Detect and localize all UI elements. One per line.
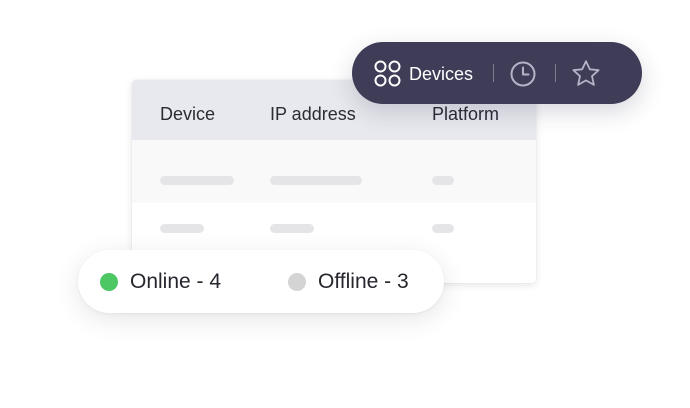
clock-icon[interactable] — [510, 61, 536, 87]
column-header-platform[interactable]: Platform — [432, 104, 499, 124]
device-placeholder — [160, 176, 234, 185]
online-status-dot — [100, 273, 118, 291]
device-status-summary: Online - 4 Offline - 3 — [78, 250, 444, 313]
table-row[interactable] — [132, 140, 536, 203]
toolbar: Devices — [352, 42, 642, 104]
devices-grid-icon — [374, 60, 401, 87]
toolbar-divider — [555, 64, 556, 82]
platform-placeholder — [432, 224, 454, 233]
offline-count[interactable]: Offline - 3 — [318, 270, 409, 294]
column-header-ip-address[interactable]: IP address — [270, 104, 356, 124]
online-count[interactable]: Online - 4 — [130, 270, 221, 294]
ip-address-placeholder — [270, 176, 362, 185]
star-icon[interactable] — [571, 59, 601, 88]
ip-address-placeholder — [270, 224, 314, 233]
platform-placeholder — [432, 176, 454, 185]
device-placeholder — [160, 224, 204, 233]
devices-button[interactable]: Devices — [370, 54, 482, 92]
devices-label: Devices — [409, 64, 474, 84]
column-header-device[interactable]: Device — [160, 104, 215, 124]
toolbar-divider — [493, 64, 494, 82]
offline-status-dot — [288, 273, 306, 291]
